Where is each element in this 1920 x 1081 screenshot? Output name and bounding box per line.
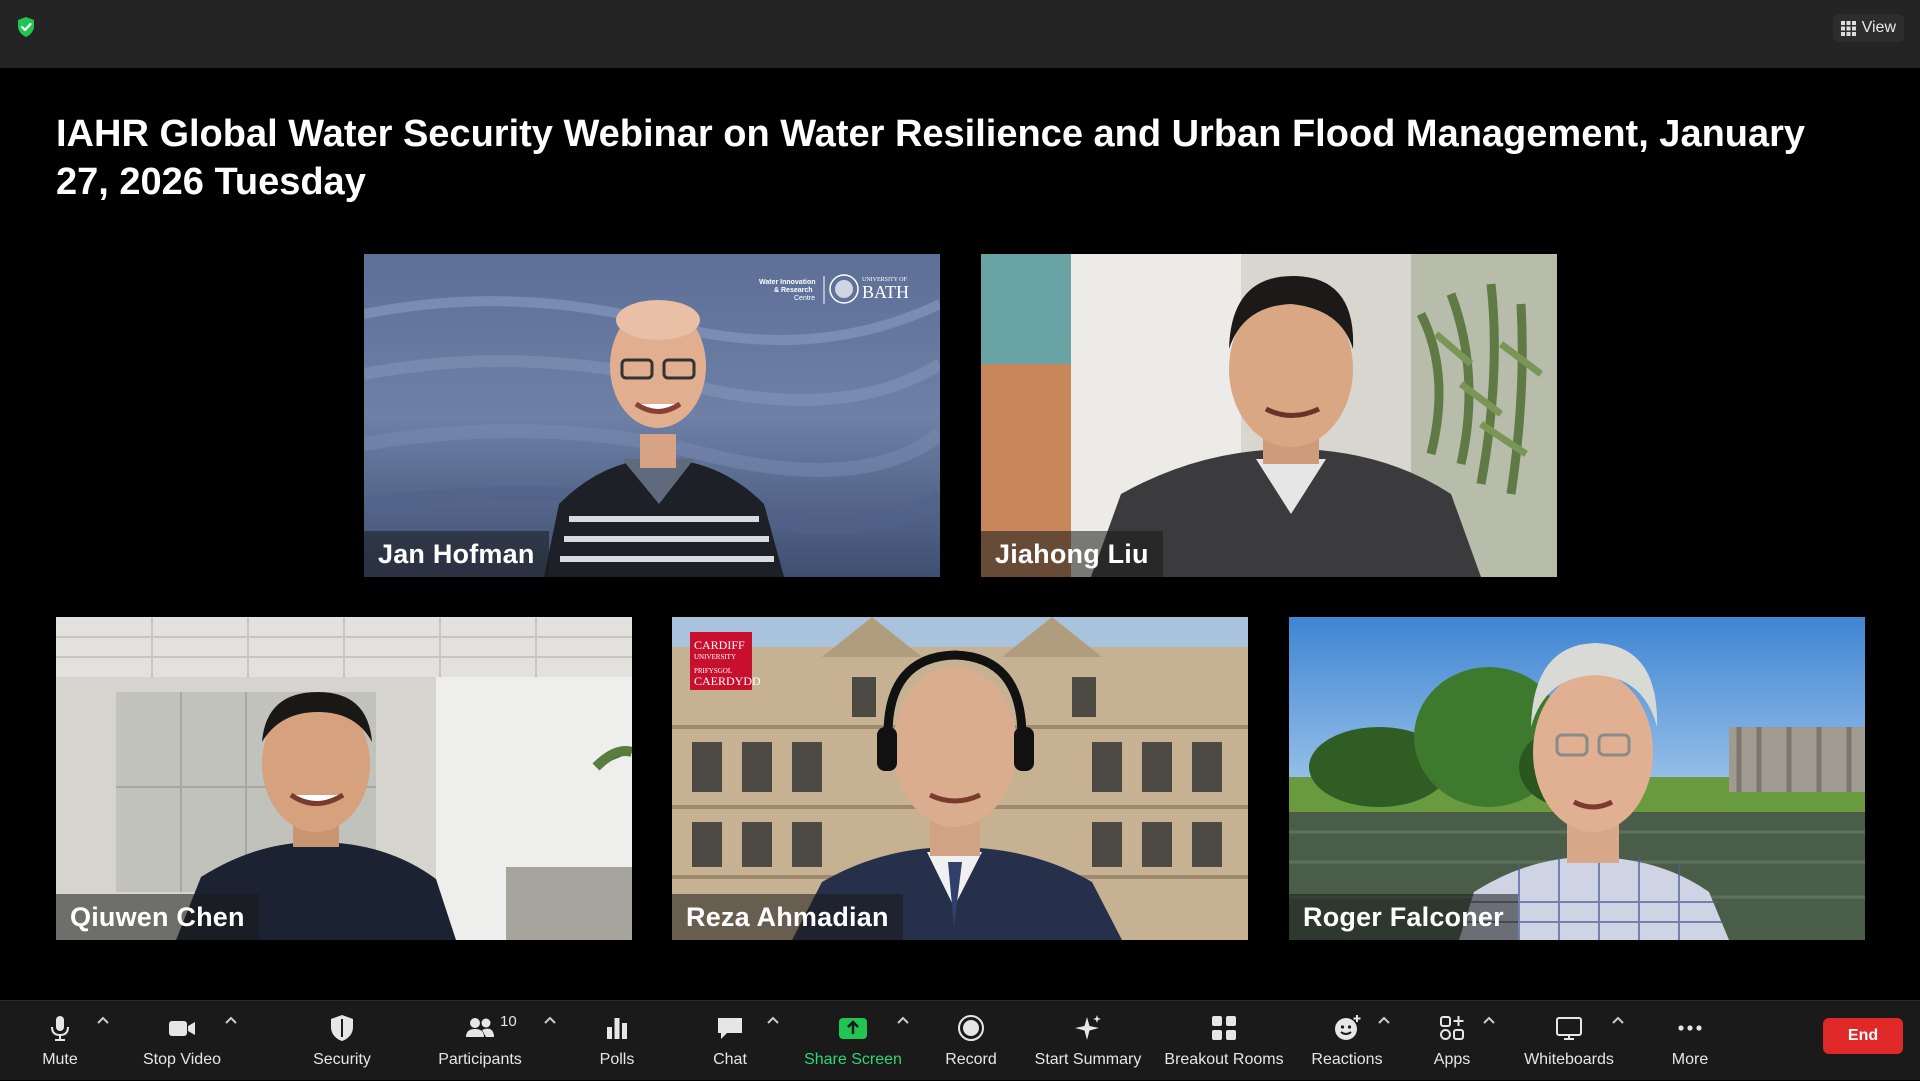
video-feed [981,254,1557,577]
video-feed [56,617,632,940]
view-button[interactable]: View [1832,14,1904,42]
meeting-stage: IAHR Global Water Security Webinar on Wa… [0,68,1920,1000]
share-options-caret-icon[interactable] [896,1015,910,1025]
participant-name: Reza Ahmadian [672,894,903,940]
whiteboards-options-caret-icon[interactable] [1611,1015,1625,1025]
video-tile-reza-ahmadian[interactable]: CARDIFF UNIVERSITY PRIFYSGOL CAERDYDD Re… [672,617,1248,940]
participants-label: Participants [438,1051,522,1068]
participant-name: Jiahong Liu [981,531,1163,577]
breakout-rooms-label: Breakout Rooms [1164,1051,1284,1068]
record-button[interactable]: Record [936,1001,1006,1081]
share-screen-button[interactable]: Share Screen [800,1001,906,1081]
sparkle-icon [1075,1015,1101,1040]
more-label: More [1671,1051,1709,1068]
smiley-plus-icon [1335,1015,1361,1040]
bar-chart-icon [607,1018,627,1039]
chat-label: Chat [713,1051,747,1068]
shield-check-icon[interactable] [16,16,36,38]
record-icon [958,1015,984,1041]
mute-label: Mute [42,1051,78,1068]
participant-name: Jan Hofman [364,531,549,577]
meeting-title: IAHR Global Water Security Webinar on Wa… [56,113,1806,203]
ellipsis-icon [1678,1025,1702,1031]
shield-icon [331,1015,353,1041]
apps-icon [1440,1016,1464,1040]
share-screen-label: Share Screen [804,1051,902,1068]
svg-text:BATH: BATH [862,282,909,302]
top-bar: View [0,0,1920,68]
video-feed: CARDIFF UNIVERSITY PRIFYSGOL CAERDYDD [672,617,1248,940]
reactions-options-caret-icon[interactable] [1377,1015,1391,1025]
microphone-icon [51,1016,69,1041]
view-label: View [1861,19,1896,36]
video-feed: Water Innovation & Research Centre UNIVE… [364,254,940,577]
record-label: Record [945,1051,997,1068]
participant-name: Qiuwen Chen [56,894,259,940]
start-summary-label: Start Summary [1034,1051,1142,1068]
video-tile-jan-hofman[interactable]: Water Innovation & Research Centre UNIVE… [364,254,940,577]
participants-count-badge: 10 [500,1013,517,1030]
reactions-button[interactable]: Reactions [1305,1001,1389,1081]
svg-text:CAERDYDD: CAERDYDD [694,674,761,688]
chat-button[interactable]: Chat [700,1001,760,1081]
svg-text:& Research: & Research [774,287,813,294]
start-summary-button[interactable]: Start Summary [1030,1001,1146,1081]
video-tile-roger-falconer[interactable]: Roger Falconer [1289,617,1865,940]
mute-options-caret-icon[interactable] [96,1015,110,1025]
video-camera-icon [169,1021,195,1036]
participants-options-caret-icon[interactable] [543,1015,557,1025]
people-icon [466,1018,494,1037]
grid-icon [1840,20,1856,36]
meeting-toolbar: Mute Stop Video Security Participants 10… [0,1000,1920,1080]
end-meeting-button[interactable]: End [1823,1018,1903,1054]
apps-options-caret-icon[interactable] [1482,1015,1496,1025]
svg-text:Centre: Centre [794,295,815,302]
svg-text:UNIVERSITY: UNIVERSITY [694,653,736,661]
reactions-label: Reactions [1311,1051,1383,1068]
security-button[interactable]: Security [297,1001,387,1081]
share-arrow-icon [839,1018,867,1039]
video-tile-qiuwen-chen[interactable]: Qiuwen Chen [56,617,632,940]
polls-label: Polls [599,1051,635,1068]
stop-video-label: Stop Video [143,1051,221,1068]
participant-name: Roger Falconer [1289,894,1518,940]
whiteboards-button[interactable]: Whiteboards [1514,1001,1624,1081]
more-button[interactable]: More [1660,1001,1720,1081]
video-feed [1289,617,1865,940]
breakout-rooms-button[interactable]: Breakout Rooms [1160,1001,1288,1081]
mute-button[interactable]: Mute [20,1001,100,1081]
security-label: Security [313,1051,371,1068]
whiteboards-label: Whiteboards [1524,1051,1614,1068]
apps-label: Apps [1433,1051,1471,1068]
chat-bubble-icon [718,1018,742,1039]
apps-button[interactable]: Apps [1422,1001,1482,1081]
svg-text:Water Innovation: Water Innovation [759,279,816,286]
polls-button[interactable]: Polls [587,1001,647,1081]
chat-options-caret-icon[interactable] [766,1015,780,1025]
whiteboard-icon [1556,1017,1582,1040]
video-tile-jiahong-liu[interactable]: Jiahong Liu [981,254,1557,577]
grid-squares-icon [1212,1016,1236,1040]
stop-video-button[interactable]: Stop Video [130,1001,234,1081]
video-options-caret-icon[interactable] [224,1015,238,1025]
svg-text:CARDIFF: CARDIFF [694,638,745,652]
